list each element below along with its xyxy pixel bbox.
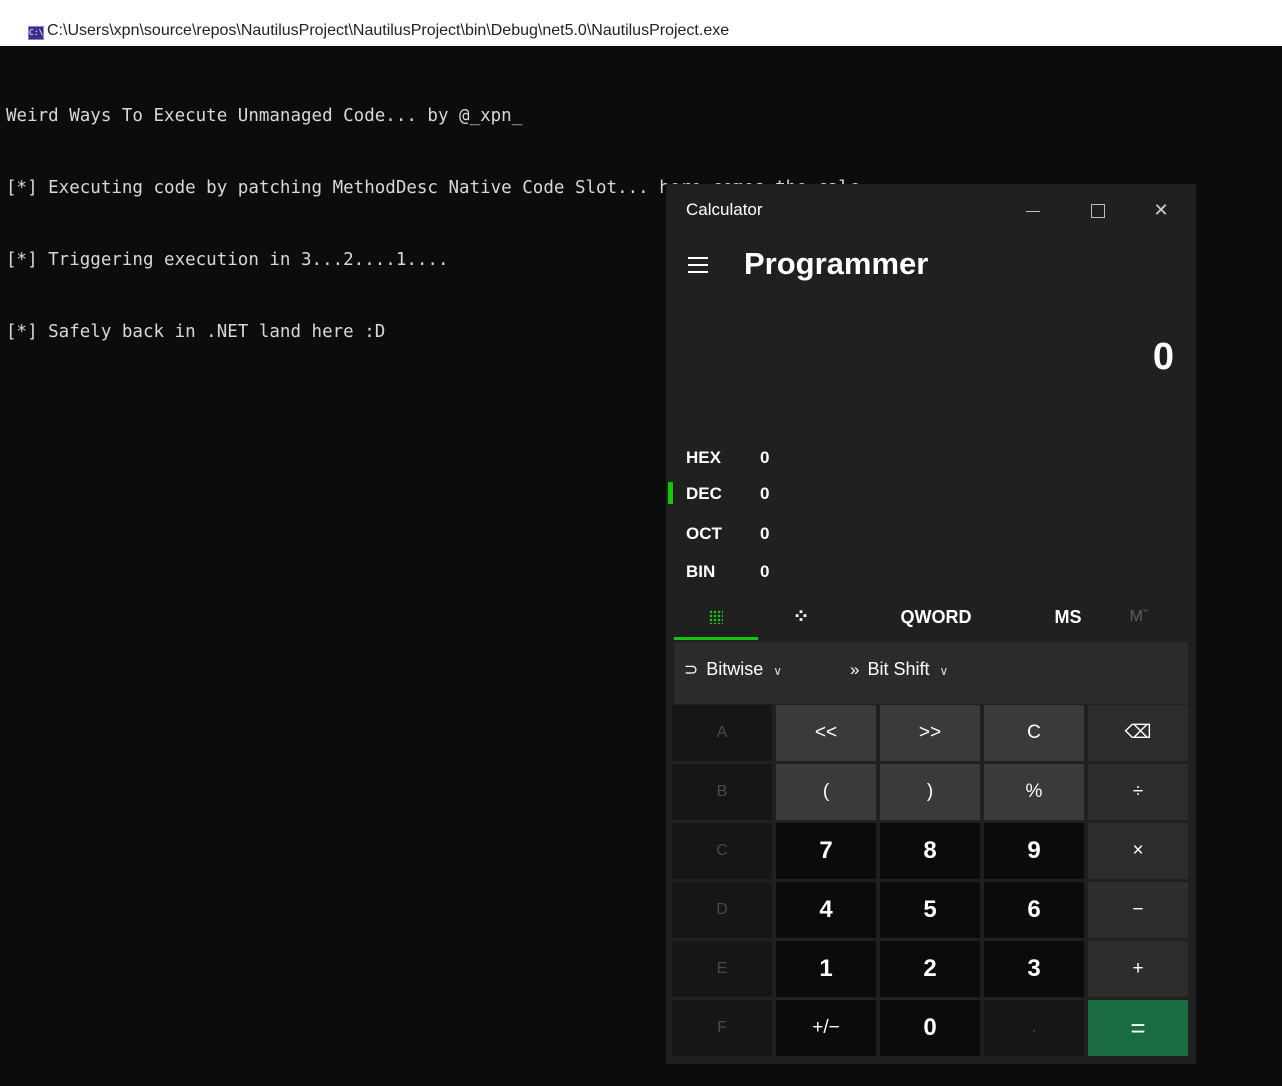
selected-base-indicator <box>668 482 673 504</box>
base-value: 0 <box>760 484 770 503</box>
key-1[interactable]: 1 <box>776 941 876 997</box>
key-e[interactable]: E <box>672 941 772 997</box>
key-negate[interactable]: +/− <box>776 1000 876 1056</box>
key-3[interactable]: 3 <box>984 941 1084 997</box>
key-modulo[interactable]: % <box>984 764 1084 820</box>
bitwise-dropdown[interactable]: ⊃ Bitwise ∨ <box>684 659 782 680</box>
key-clear[interactable]: C <box>984 705 1084 761</box>
console-titlebar: C:\ C:\Users\xpn\source\repos\NautilusPr… <box>0 0 1282 46</box>
mode-title: Programmer <box>744 246 929 281</box>
key-6[interactable]: 6 <box>984 882 1084 938</box>
key-b[interactable]: B <box>672 764 772 820</box>
base-value: 0 <box>760 562 770 581</box>
base-value: 0 <box>760 524 770 543</box>
key-equals[interactable]: = <box>1088 1000 1188 1056</box>
key-subtract[interactable]: − <box>1088 882 1188 938</box>
base-row-oct[interactable]: OCT 0 <box>666 516 866 550</box>
key-backspace[interactable]: ⌫ <box>1088 705 1188 761</box>
chevron-down-icon: ∨ <box>939 664 949 678</box>
key-multiply[interactable]: × <box>1088 823 1188 879</box>
base-label: HEX <box>686 448 721 467</box>
key-d[interactable]: D <box>672 882 772 938</box>
key-9[interactable]: 9 <box>984 823 1084 879</box>
key-left-shift[interactable]: << <box>776 705 876 761</box>
bitshift-label: Bit Shift <box>867 659 930 679</box>
key-divide[interactable]: ÷ <box>1088 764 1188 820</box>
key-right-shift[interactable]: >> <box>880 705 980 761</box>
base-row-bin[interactable]: BIN 0 <box>666 554 866 588</box>
tab-full-keypad[interactable] <box>674 594 758 640</box>
key-5[interactable]: 5 <box>880 882 980 938</box>
console-app-icon: C:\ <box>28 26 44 40</box>
chevron-down-icon: ∨ <box>773 664 783 678</box>
key-7[interactable]: 7 <box>776 823 876 879</box>
keypad-mode-tabs: ⁘ QWORD MS Mˇ <box>666 594 1196 640</box>
keypad-icon <box>709 610 723 624</box>
display-value: 0 <box>1152 336 1174 378</box>
operators-bar: ⊃ Bitwise ∨ » Bit Shift ∨ <box>674 642 1188 704</box>
bitwise-label: Bitwise <box>706 659 764 679</box>
minimize-button[interactable] <box>1013 194 1053 226</box>
bit-shift-icon: » <box>850 660 860 679</box>
base-label: OCT <box>686 524 722 543</box>
base-label: BIN <box>686 562 716 581</box>
maximize-button[interactable] <box>1078 194 1118 226</box>
maximize-icon <box>1091 204 1105 219</box>
calculator-titlebar[interactable]: Calculator ✕ <box>666 184 1196 236</box>
base-label: DEC <box>686 484 722 503</box>
close-button[interactable]: ✕ <box>1141 194 1181 226</box>
key-8[interactable]: 8 <box>880 823 980 879</box>
active-tab-underline <box>674 637 758 640</box>
console-line: Weird Ways To Execute Unmanaged Code... … <box>6 106 523 126</box>
console-window-title: C:\Users\xpn\source\repos\NautilusProjec… <box>47 22 730 39</box>
key-4[interactable]: 4 <box>776 882 876 938</box>
key-open-paren[interactable]: ( <box>776 764 876 820</box>
base-row-hex[interactable]: HEX 0 <box>666 440 866 474</box>
key-add[interactable]: + <box>1088 941 1188 997</box>
memory-button[interactable]: Mˇ <box>1114 594 1164 640</box>
calculator-window: Calculator ✕ Programmer 0 HEX 0 DEC 0 OC… <box>666 184 1196 1064</box>
key-0[interactable]: 0 <box>880 1000 980 1056</box>
hamburger-menu-button[interactable] <box>682 248 716 282</box>
calculator-title: Calculator <box>686 200 763 219</box>
key-a[interactable]: A <box>672 705 772 761</box>
bitshift-dropdown[interactable]: » Bit Shift ∨ <box>850 659 948 680</box>
base-row-dec[interactable]: DEC 0 <box>666 476 866 510</box>
logic-gate-icon: ⊃ <box>684 660 699 679</box>
minimize-icon <box>1026 210 1040 212</box>
word-size-button[interactable]: QWORD <box>888 594 984 640</box>
key-c[interactable]: C <box>672 823 772 879</box>
key-close-paren[interactable]: ) <box>880 764 980 820</box>
key-f[interactable]: F <box>672 1000 772 1056</box>
key-2[interactable]: 2 <box>880 941 980 997</box>
base-value: 0 <box>760 448 770 467</box>
key-decimal[interactable]: . <box>984 1000 1084 1056</box>
memory-store-button[interactable]: MS <box>1048 594 1088 640</box>
tab-bit-toggling-keypad[interactable]: ⁘ <box>776 594 826 640</box>
